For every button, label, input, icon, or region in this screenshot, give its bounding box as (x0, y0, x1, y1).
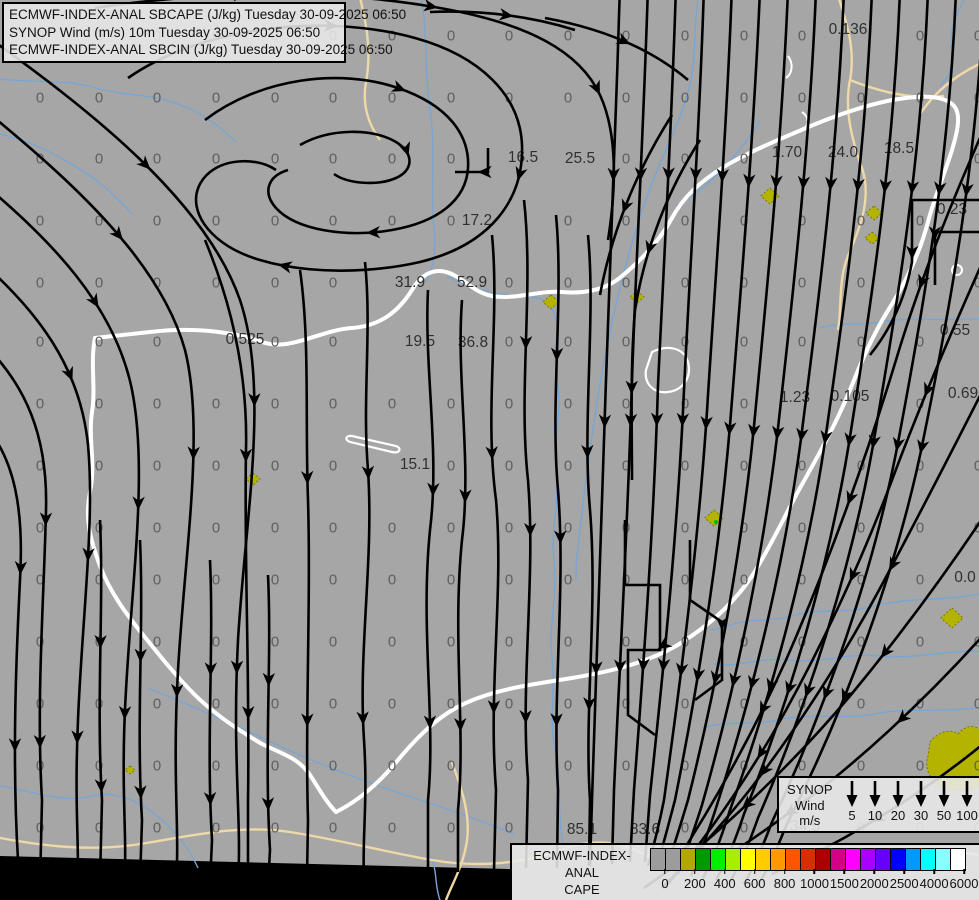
down-arrow-icon (869, 781, 881, 807)
cape-color-swatch (696, 849, 711, 870)
wind-legend-line: SYNOP (787, 782, 833, 797)
cape-tick-mark (933, 869, 935, 874)
cape-color-swatch (876, 849, 891, 870)
cape-color-swatch (651, 849, 666, 870)
cape-tick-label: 1000 (800, 876, 829, 891)
cape-color-swatch (711, 849, 726, 870)
down-arrow-icon (892, 781, 904, 807)
wind-legend-panel: SYNOP Wind m/s 5 10 20 30 50 100 (777, 776, 979, 833)
cape-tick-mark (903, 869, 905, 874)
weather-map-viewport: 000000000000000.136000000000000000000000… (0, 0, 979, 900)
down-arrow-icon (961, 781, 973, 807)
cape-color-swatch (921, 849, 936, 870)
cape-color-swatch (906, 849, 921, 870)
cape-tick-mark (813, 869, 816, 874)
cape-tick-label: 400 (713, 876, 736, 891)
arrowhead-icon (477, 165, 492, 179)
cape-color-swatch (846, 849, 861, 870)
wind-speed-label: 50 (936, 808, 952, 823)
wind-speed-label: 30 (913, 808, 929, 823)
cape-tick-mark (873, 869, 876, 874)
title-line-sbcin: ECMWF-INDEX-ANAL SBCIN (J/kg) Tuesday 30… (9, 42, 393, 58)
cape-color-swatch (891, 849, 906, 870)
wind-speed-sample: 30 (910, 781, 932, 823)
cape-tick-mark (783, 869, 786, 874)
cape-legend-title: ECMWF-INDEX-ANAL CAPE J/kg (518, 847, 646, 900)
cape-tick-label: 0 (661, 876, 669, 891)
arrowhead-icon (846, 489, 859, 506)
cape-legend-line: ECMWF-INDEX-ANAL (533, 848, 631, 880)
down-arrow-icon (938, 781, 950, 807)
cape-color-swatch (786, 849, 801, 870)
cape-legend-line: CAPE (564, 882, 600, 897)
cape-tick-label: 2000 (859, 876, 889, 891)
arrowhead-icon (86, 292, 99, 308)
wind-speed-label: 20 (890, 808, 906, 823)
wind-speed-sample: 20 (887, 781, 909, 823)
wind-speed-label: 5 (848, 808, 856, 823)
cape-color-swatch (681, 849, 696, 870)
arrowhead-icon (804, 682, 816, 698)
arrowhead-icon (390, 80, 407, 92)
map-title-panel: ECMWF-INDEX-ANAL SBCAPE (J/kg) Tuesday 3… (2, 2, 407, 63)
cape-color-swatch (771, 849, 786, 870)
cape-tick-label: 1500 (829, 876, 859, 891)
wind-speed-sample: 50 (933, 781, 955, 823)
cape-color-swatch (666, 849, 681, 870)
wind-legend-title: SYNOP Wind m/s (787, 782, 833, 829)
wind-speed-label: 10 (867, 808, 883, 823)
cape-color-swatch (726, 849, 741, 870)
wind-legend-line: Wind (794, 797, 825, 813)
cape-colorbar (650, 848, 966, 871)
down-arrow-icon (846, 781, 858, 807)
cape-color-swatch (951, 849, 965, 870)
cape-tick-label: 600 (743, 876, 766, 891)
arrowhead-icon (61, 365, 73, 382)
cape-tick-mark (843, 869, 846, 874)
cape-color-swatch (816, 849, 831, 870)
wind-speed-label: 100 (956, 808, 978, 823)
cape-color-swatch (936, 849, 951, 870)
wind-speed-sample: 100 (956, 781, 978, 823)
cape-color-swatch (741, 849, 756, 870)
title-line-sbcape: ECMWF-INDEX-ANAL SBCAPE (J/kg) Tuesday 3… (9, 7, 407, 22)
arrowhead-icon (645, 239, 658, 255)
cape-tick-label: 2500 (889, 876, 919, 891)
cape-tick-mark (664, 869, 666, 874)
cape-tick-label: 200 (683, 876, 706, 891)
cape-color-swatch (861, 849, 876, 870)
cape-tick-label: 6000 (949, 876, 979, 891)
cape-color-swatch (756, 849, 771, 870)
wind-legend-line: m/s (799, 813, 821, 828)
down-arrow-icon (915, 781, 927, 807)
wind-speed-sample: 5 (841, 781, 863, 823)
wind-speed-sample: 10 (864, 781, 886, 823)
cape-colorbar-ticks: 0 200 400 600 800 1000 1500 2000 2500 4000 6000 (650, 869, 978, 897)
cape-tick-mark (963, 869, 965, 874)
arrowhead-icon (748, 674, 761, 690)
wind-streamlines-layer (0, 0, 979, 890)
cape-tick-mark (753, 869, 756, 874)
cape-tick-label: 800 (773, 876, 796, 891)
cape-tick-mark (694, 869, 696, 874)
cape-color-swatch (831, 849, 846, 870)
cape-legend-panel: ECMWF-INDEX-ANAL CAPE J/kg 0 200 400 600 800… (510, 843, 979, 900)
arrowhead-icon (849, 566, 862, 582)
arrowhead-icon (621, 198, 634, 214)
title-line-wind: SYNOP Wind (m/s) 10m Tuesday 30-09-2025 … (9, 24, 321, 40)
cape-color-swatch (801, 849, 816, 870)
cape-tick-label: 4000 (919, 876, 949, 891)
cape-tick-mark (724, 869, 726, 874)
arrowhead-icon (588, 79, 600, 95)
